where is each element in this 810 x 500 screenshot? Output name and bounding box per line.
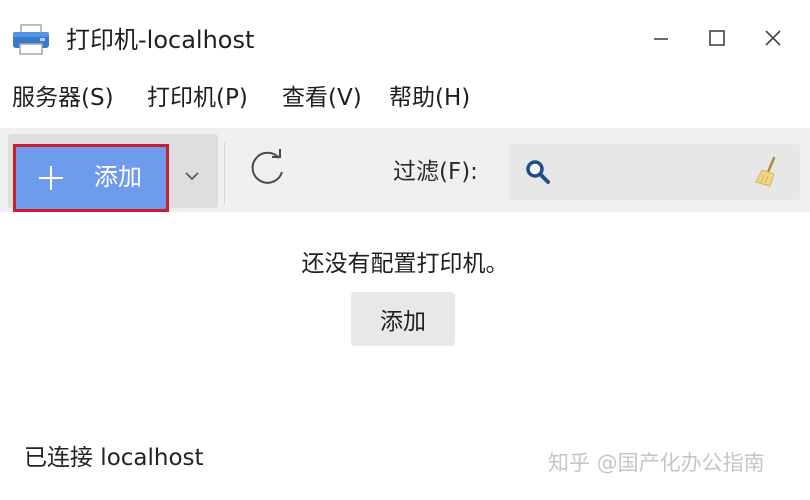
menu-bar: 服务器(S) 打印机(P) 查看(V) 帮助(H) [0,76,810,122]
search-icon [524,158,552,186]
printer-icon [12,24,50,56]
watermark: 知乎 @国产化办公指南 [548,451,765,475]
minimize-icon [651,28,671,52]
add-button-group: 添加 [8,134,218,212]
refresh-button[interactable] [242,146,294,194]
connection-status: 已连接 localhost [24,445,204,471]
add-printer-center-button[interactable]: 添加 [351,292,455,346]
title-bar: 打印机-localhost [0,0,810,76]
empty-state-message: 还没有配置打印机。 [301,251,509,277]
maximize-button[interactable] [699,22,735,58]
menu-help[interactable]: 帮助(H) [389,82,470,114]
filter-box [510,144,800,200]
plus-icon [36,163,66,193]
menu-view[interactable]: 查看(V) [282,82,362,114]
minimize-button[interactable] [643,22,679,58]
menu-printer[interactable]: 打印机(P) [147,82,248,114]
refresh-icon [246,146,290,194]
broom-clear-icon[interactable] [752,156,782,188]
close-icon [763,28,783,52]
add-printer-button[interactable]: 添加 [13,144,169,212]
toolbar-divider [224,142,225,204]
close-button[interactable] [755,22,791,58]
window-title: 打印机-localhost [66,26,255,54]
chevron-down-icon [183,167,201,186]
menu-server[interactable]: 服务器(S) [12,82,114,114]
add-printer-label: 添加 [94,163,142,191]
filter-label: 过滤(F): [393,159,478,185]
printer-window: 打印机-localhost 服务器(S) 打印机(P) 查看(V) 帮助(H) [0,0,810,500]
add-dropdown-button[interactable] [174,158,210,194]
maximize-icon [707,28,727,52]
toolbar: 添加 过滤(F): [0,128,810,212]
filter-input[interactable] [560,154,744,192]
